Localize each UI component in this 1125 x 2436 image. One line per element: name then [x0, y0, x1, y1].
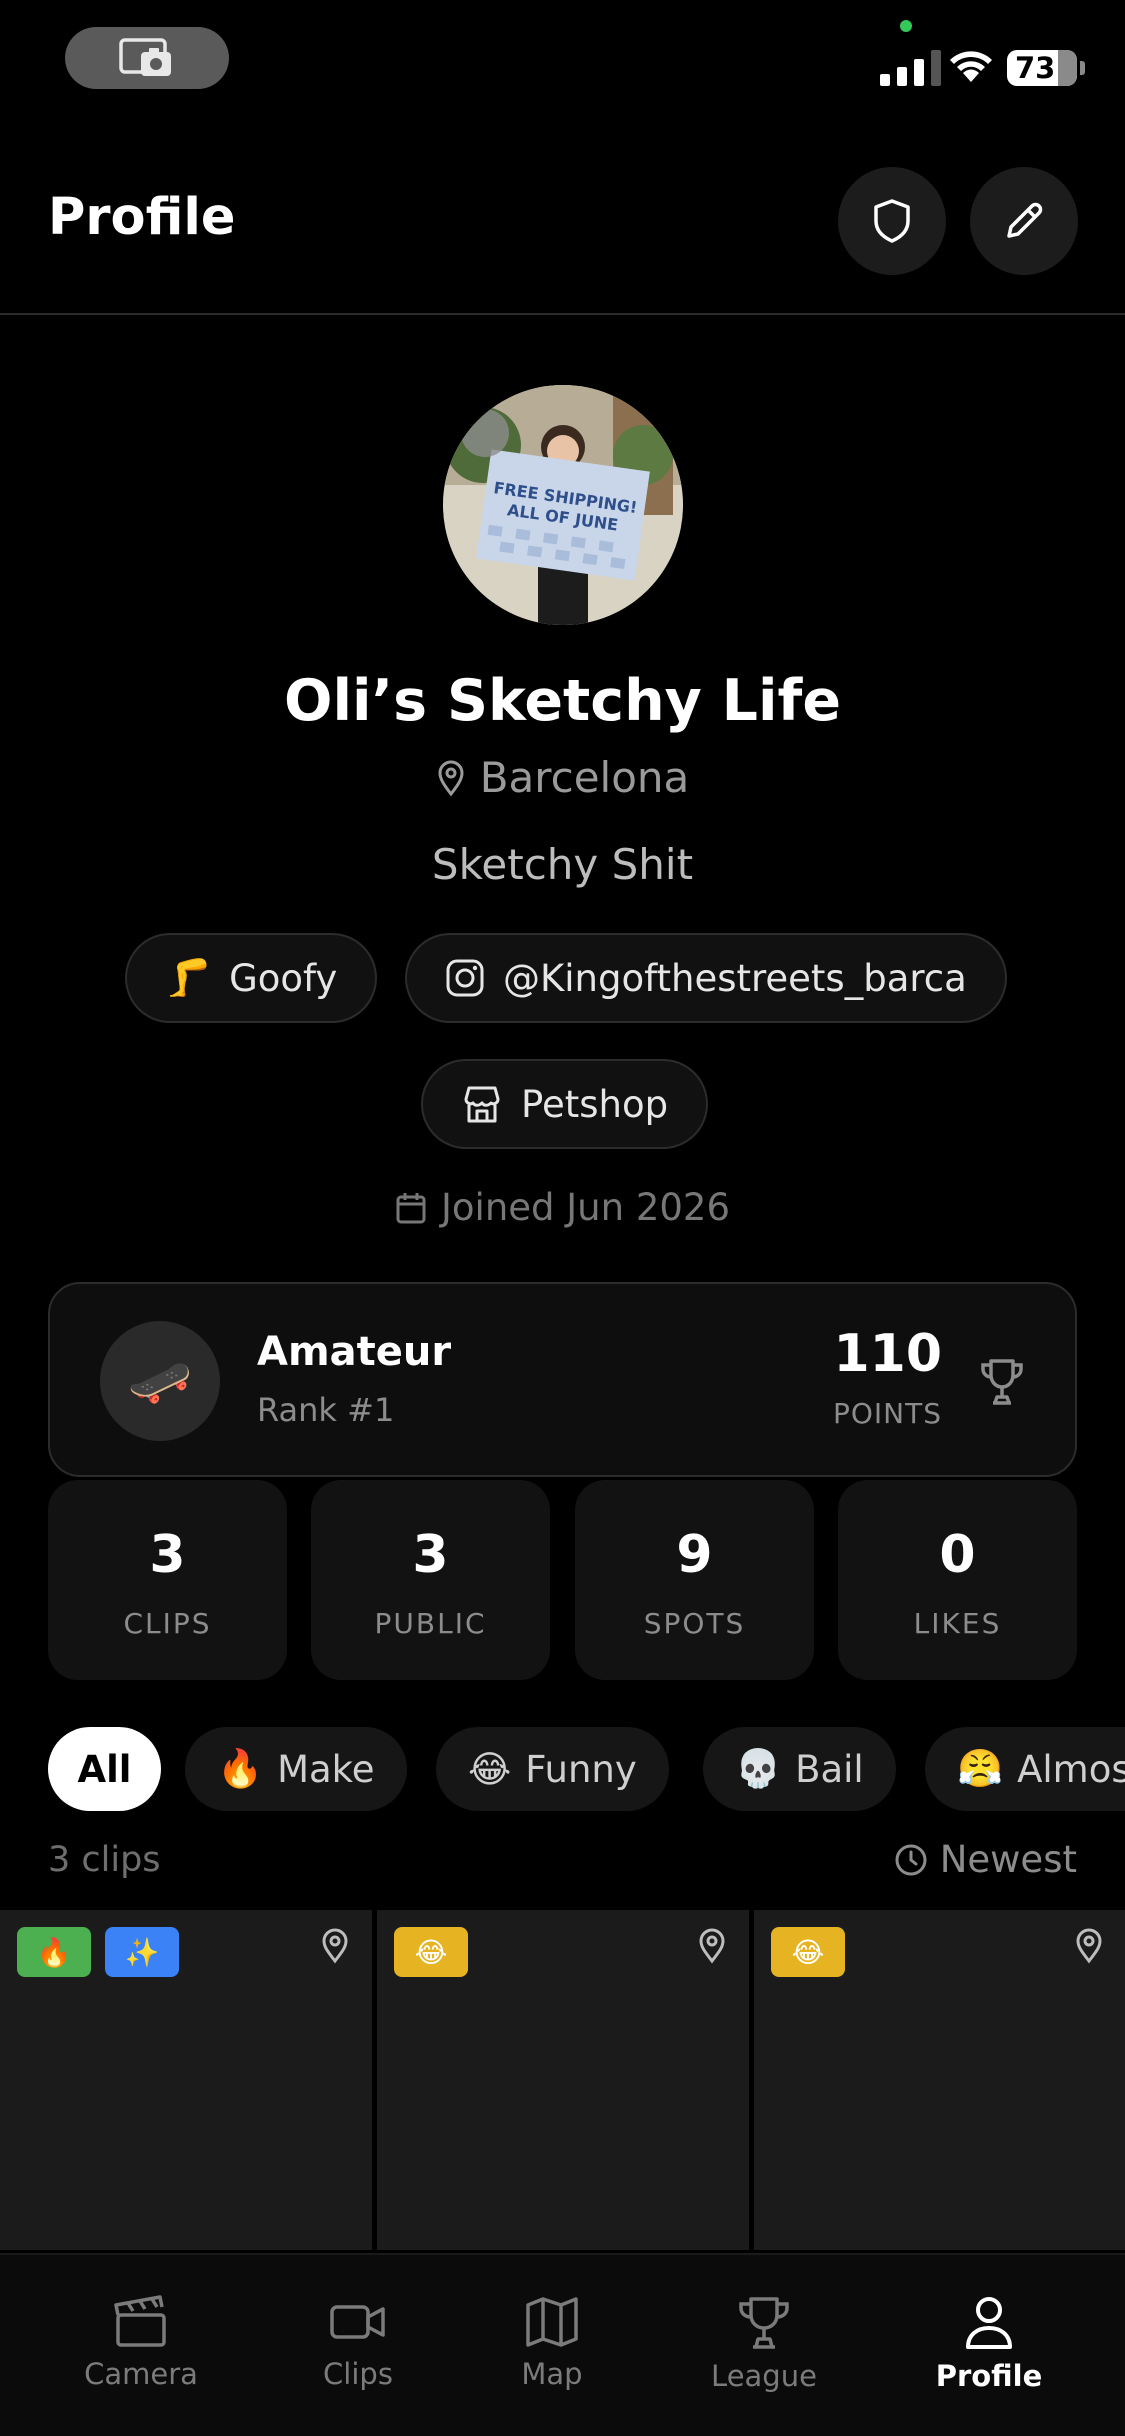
funny-tag-icon: 😂 [394, 1927, 468, 1977]
battery-indicator: 73 [1007, 50, 1085, 86]
filter-label: Almos [1017, 1747, 1125, 1791]
filter-almost[interactable]: 😤 Almos [925, 1727, 1125, 1811]
video-camera-icon [330, 2305, 385, 2339]
stat-label: SPOTS [643, 1607, 746, 1640]
stat-value: 9 [676, 1525, 713, 1585]
pencil-icon [1007, 202, 1043, 238]
map-pin-icon [699, 1928, 725, 1964]
tab-label: Camera [84, 2357, 198, 2391]
battery-level: 73 [1015, 51, 1056, 85]
points-value: 110 [833, 1324, 942, 1384]
filter-label: Funny [525, 1747, 637, 1791]
location-text: Barcelona [479, 753, 690, 802]
rank-number: Rank #1 [257, 1391, 395, 1429]
shop-chip[interactable]: Petshop [421, 1059, 709, 1149]
joined-text: Joined Jun 2026 [440, 1186, 731, 1229]
stat-value: 3 [412, 1525, 449, 1585]
joined-date: Joined Jun 2026 [0, 1186, 1125, 1229]
tab-league[interactable]: League [664, 2295, 864, 2393]
tab-label: Profile [935, 2359, 1043, 2393]
page-title: Profile [48, 188, 236, 247]
edit-profile-button[interactable] [970, 167, 1078, 275]
tab-clips[interactable]: Clips [258, 2295, 458, 2391]
calendar-icon [396, 1192, 426, 1223]
filter-label: Make [277, 1747, 375, 1791]
display-name: Oli’s Sketchy Life [284, 668, 841, 734]
map-pin-icon [1076, 1928, 1102, 1964]
stat-label: PUBLIC [374, 1607, 487, 1640]
filter-label: Bail [795, 1747, 864, 1791]
sort-label: Newest [939, 1838, 1077, 1881]
clip-thumbnail[interactable]: 😂 [754, 1910, 1125, 2250]
location: Barcelona [0, 753, 1125, 802]
trophy-icon [981, 1359, 1023, 1405]
stat-likes[interactable]: 0 LIKES [838, 1480, 1077, 1680]
status-bar: 73 [0, 0, 1125, 120]
tab-camera[interactable]: Camera [41, 2295, 241, 2391]
avatar[interactable]: FREE SHIPPING! ALL OF JUNE [443, 385, 683, 625]
tab-profile[interactable]: Profile [889, 2295, 1089, 2393]
map-pin-icon [322, 1928, 348, 1964]
clip-thumbnail[interactable]: 🔥 ✨ [0, 1910, 372, 2250]
clapperboard-icon [114, 2295, 166, 2347]
stat-value: 0 [939, 1525, 976, 1585]
stat-public[interactable]: 3 PUBLIC [311, 1480, 550, 1680]
trophy-icon [739, 2297, 789, 2349]
skull-icon: 💀 [735, 1747, 782, 1790]
header: Profile [0, 150, 1125, 315]
skateboard-icon: 🛹 [100, 1321, 220, 1441]
rank-card[interactable]: 🛹 Amateur Rank #1 110 POINTS [48, 1282, 1077, 1477]
filter-all[interactable]: All [48, 1727, 161, 1811]
tab-label: Map [521, 2357, 583, 2391]
sort-button[interactable]: Newest [894, 1838, 1077, 1881]
frustrated-face-icon: 😤 [957, 1747, 1004, 1790]
instagram-chip[interactable]: @Kingofthestreets_barca [405, 933, 1007, 1023]
fire-icon: 🔥 [217, 1747, 264, 1790]
privacy-indicator-dot [900, 20, 912, 32]
clip-count: 3 clips [48, 1840, 161, 1880]
cellular-signal-icon [880, 50, 941, 86]
map-icon [526, 2297, 578, 2347]
stat-spots[interactable]: 9 SPOTS [575, 1480, 814, 1680]
stat-label: LIKES [913, 1607, 1002, 1640]
points-label: POINTS [832, 1397, 942, 1430]
tab-bar: Camera Clips Map League Profile [0, 2253, 1125, 2436]
screen-recording-indicator[interactable] [65, 27, 229, 89]
bio: Sketchy Shit [431, 840, 694, 889]
instagram-handle: @Kingofthestreets_barca [503, 956, 967, 1000]
camera-recording-icon [119, 38, 171, 76]
filter-bail[interactable]: 💀 Bail [703, 1727, 896, 1811]
clock-icon [895, 1844, 927, 1875]
stat-value: 3 [149, 1525, 186, 1585]
avatar-photo: FREE SHIPPING! ALL OF JUNE [443, 385, 683, 625]
wifi-icon [950, 51, 992, 82]
stance-label: Goofy [229, 956, 338, 1000]
privacy-button[interactable] [838, 167, 946, 275]
shield-icon [874, 199, 910, 243]
sparkles-tag-icon: ✨ [105, 1927, 179, 1977]
filter-funny[interactable]: 😂 Funny [436, 1727, 669, 1811]
person-icon [966, 2297, 1012, 2349]
laughing-face-icon: 😂 [468, 1747, 512, 1791]
tab-map[interactable]: Map [452, 2295, 652, 2391]
tab-label: Clips [323, 2357, 393, 2391]
store-icon [464, 1086, 500, 1123]
funny-tag-icon: 😂 [771, 1927, 845, 1977]
instagram-icon [446, 959, 484, 997]
map-pin-icon [438, 760, 464, 796]
stat-clips[interactable]: 3 CLIPS [48, 1480, 287, 1680]
stat-label: CLIPS [123, 1607, 212, 1640]
make-tag-icon: 🔥 [17, 1927, 91, 1977]
shop-label: Petshop [521, 1082, 669, 1126]
filter-label: All [77, 1747, 132, 1791]
rank-level: Amateur [257, 1329, 452, 1375]
filter-make[interactable]: 🔥 Make [185, 1727, 407, 1811]
tab-label: League [711, 2359, 817, 2393]
clip-thumbnail[interactable]: 😂 [377, 1910, 749, 2250]
stance-chip[interactable]: 🦵 Goofy [125, 933, 378, 1023]
leg-icon: 🦵 [165, 956, 212, 999]
